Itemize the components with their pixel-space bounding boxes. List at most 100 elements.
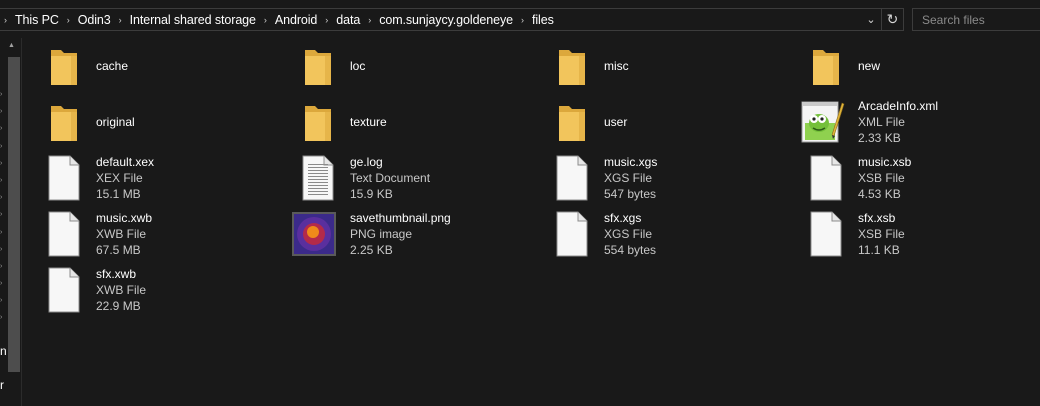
- folder-item[interactable]: misc: [531, 38, 785, 94]
- file-details: sfx.xsb XSB File 11.1 KB: [858, 206, 905, 262]
- nav-expand-chevron-icon[interactable]: ›: [0, 138, 6, 155]
- file-details: new: [858, 38, 880, 94]
- breadcrumb: › This PC › Odin3 › Internal shared storage › A…: [0, 9, 558, 30]
- file-type: PNG image: [350, 227, 413, 241]
- nav-item-peek[interactable]: n: [0, 344, 7, 358]
- file-item[interactable]: sfx.xwb XWB File 22.9 MB: [23, 262, 277, 318]
- file-type: XWB File: [96, 227, 147, 241]
- nav-expand-chevron-icon[interactable]: ›: [0, 86, 6, 103]
- folder-item[interactable]: cache: [23, 38, 277, 94]
- nav-expand-chevron-icon[interactable]: ›: [0, 292, 6, 309]
- file-name: texture: [350, 115, 387, 129]
- file-details: loc: [350, 38, 365, 94]
- file-details: music.xsb XSB File 4.53 KB: [858, 150, 911, 206]
- file-name: new: [858, 59, 881, 73]
- breadcrumb-chevron-icon[interactable]: ›: [63, 15, 74, 25]
- nav-expand-chevron-icon[interactable]: ›: [0, 120, 6, 137]
- breadcrumb-item[interactable]: com.sunjaycy.goldeneye: [375, 13, 517, 27]
- breadcrumb-item[interactable]: Odin3: [74, 13, 115, 27]
- folder-icon: [555, 97, 589, 147]
- file-item[interactable]: sfx.xgs XGS File 554 bytes: [531, 206, 785, 262]
- nav-expand-chevron-icon[interactable]: ›: [0, 103, 6, 120]
- file-name: savethumbnail.png: [350, 211, 451, 225]
- file-size: 2.33 KB: [858, 131, 901, 145]
- text-document-icon: [301, 153, 335, 203]
- file-icon: [555, 209, 589, 259]
- breadcrumb-chevron-icon[interactable]: ›: [0, 15, 11, 25]
- file-name: sfx.xwb: [96, 267, 137, 281]
- search-input[interactable]: [922, 12, 1040, 27]
- file-type: Text Document: [350, 171, 431, 185]
- breadcrumb-chevron-icon[interactable]: ›: [260, 15, 271, 25]
- nav-item-peek[interactable]: r: [0, 378, 4, 392]
- file-size: 22.9 MB: [96, 299, 141, 313]
- file-icon: [47, 265, 81, 315]
- file-item[interactable]: music.xwb XWB File 67.5 MB: [23, 206, 277, 262]
- file-size: 554 bytes: [604, 243, 657, 257]
- file-name: music.xsb: [858, 155, 912, 169]
- nav-scrollbar-thumb[interactable]: [8, 57, 20, 372]
- file-type: XSB File: [858, 171, 905, 185]
- file-icon: [809, 209, 843, 259]
- file-item[interactable]: default.xex XEX File 15.1 MB: [23, 150, 277, 206]
- folder-item[interactable]: user: [531, 94, 785, 150]
- folder-item[interactable]: original: [23, 94, 277, 150]
- file-type: XGS File: [604, 171, 653, 185]
- file-list-view: cache loc misc new original texture user Arcade…: [23, 38, 1040, 406]
- breadcrumb-item[interactable]: Internal shared storage: [126, 13, 260, 27]
- file-icon: [555, 153, 589, 203]
- nav-expand-chevron-icon[interactable]: ›: [0, 241, 6, 258]
- nav-expand-chevron-icon[interactable]: ›: [0, 224, 6, 241]
- folder-icon: [47, 97, 81, 147]
- folder-item[interactable]: new: [785, 38, 1039, 94]
- breadcrumb-chevron-icon[interactable]: ›: [321, 15, 332, 25]
- breadcrumb-item[interactable]: This PC: [11, 13, 63, 27]
- file-item[interactable]: ge.log Text Document 15.9 KB: [277, 150, 531, 206]
- file-name: default.xex: [96, 155, 155, 169]
- nav-expand-chevron-icon[interactable]: ›: [0, 172, 6, 189]
- nav-expand-chevron-icon[interactable]: ›: [0, 275, 6, 292]
- search-box[interactable]: [912, 8, 1040, 31]
- folder-icon: [809, 41, 843, 91]
- address-history-chevron-icon[interactable]: ⌄: [861, 9, 881, 30]
- nav-expand-arrows: › › › › › › › › › › › › › ›: [0, 86, 6, 327]
- file-details: cache: [96, 38, 128, 94]
- nav-expand-chevron-icon[interactable]: ›: [0, 189, 6, 206]
- file-size: 4.53 KB: [858, 187, 901, 201]
- file-name: sfx.xgs: [604, 211, 642, 225]
- folder-item[interactable]: loc: [277, 38, 531, 94]
- file-item[interactable]: music.xsb XSB File 4.53 KB: [785, 150, 1039, 206]
- breadcrumb-item[interactable]: files: [528, 13, 558, 27]
- nav-expand-chevron-icon[interactable]: ›: [0, 309, 6, 326]
- file-details: ArcadeInfo.xml XML File 2.33 KB: [858, 94, 938, 150]
- breadcrumb-chevron-icon[interactable]: ›: [364, 15, 375, 25]
- file-item[interactable]: ArcadeInfo.xml XML File 2.33 KB: [785, 94, 1039, 150]
- address-bar[interactable]: › This PC › Odin3 › Internal shared storage › A…: [0, 8, 904, 31]
- file-type: XSB File: [858, 227, 905, 241]
- breadcrumb-chevron-icon[interactable]: ›: [517, 15, 528, 25]
- file-details: texture: [350, 94, 387, 150]
- file-type: XWB File: [96, 283, 147, 297]
- notepad-plus-plus-icon: [797, 97, 847, 147]
- file-item[interactable]: savethumbnail.png PNG image 2.25 KB: [277, 206, 531, 262]
- file-size: 67.5 MB: [96, 243, 141, 257]
- file-item[interactable]: music.xgs XGS File 547 bytes: [531, 150, 785, 206]
- file-item[interactable]: sfx.xsb XSB File 11.1 KB: [785, 206, 1039, 262]
- folder-icon: [47, 41, 81, 91]
- file-details: sfx.xgs XGS File 554 bytes: [604, 206, 656, 262]
- file-size: 11.1 KB: [858, 243, 900, 257]
- nav-expand-chevron-icon[interactable]: ›: [0, 258, 6, 275]
- breadcrumb-chevron-icon[interactable]: ›: [115, 15, 126, 25]
- folder-icon: [301, 41, 335, 91]
- folder-item[interactable]: texture: [277, 94, 531, 150]
- file-name: music.xwb: [96, 211, 153, 225]
- nav-expand-chevron-icon[interactable]: ›: [0, 155, 6, 172]
- refresh-icon[interactable]: ↻: [881, 9, 903, 30]
- file-details: original: [96, 94, 135, 150]
- file-details: default.xex XEX File 15.1 MB: [96, 150, 154, 206]
- breadcrumb-item[interactable]: data: [332, 13, 364, 27]
- scroll-up-icon[interactable]: ▲: [8, 42, 15, 49]
- file-type: XGS File: [604, 227, 653, 241]
- breadcrumb-item[interactable]: Android: [271, 13, 321, 27]
- nav-expand-chevron-icon[interactable]: ›: [0, 206, 6, 223]
